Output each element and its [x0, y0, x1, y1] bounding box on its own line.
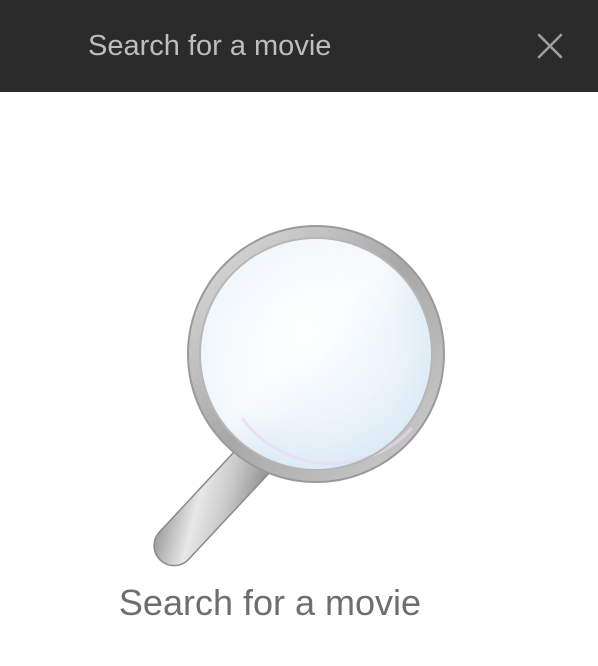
close-icon [537, 33, 563, 59]
empty-state: Search for a movie [0, 92, 598, 666]
close-button[interactable] [526, 22, 574, 70]
empty-state-message: Search for a movie [118, 582, 422, 623]
search-input[interactable] [88, 20, 508, 72]
search-toolbar [0, 0, 598, 92]
magnifying-glass-icon [153, 225, 445, 567]
